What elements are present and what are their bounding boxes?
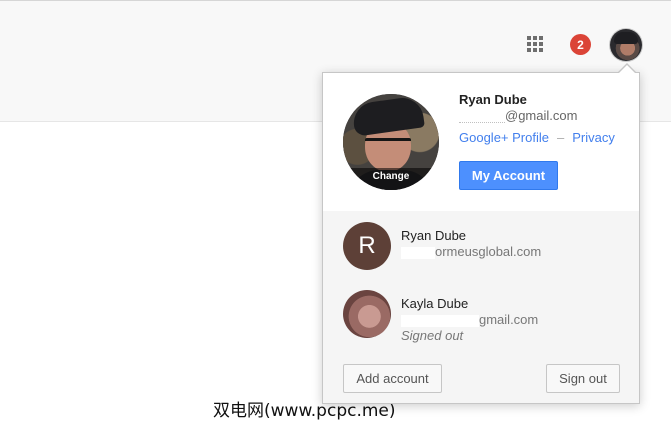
profile-links: Google+ Profile – Privacy — [459, 130, 615, 145]
add-account-button[interactable]: Add account — [343, 364, 442, 393]
profile-photo[interactable]: Change — [343, 94, 439, 190]
account-email: gmail.com — [401, 312, 538, 327]
account-popup: Change Ryan Dube @gmail.com Google+ Prof… — [322, 72, 640, 404]
account-photo-avatar — [343, 290, 391, 338]
my-account-button[interactable]: My Account — [459, 161, 558, 190]
primary-account-panel: Change Ryan Dube @gmail.com Google+ Prof… — [323, 73, 639, 212]
signed-out-status: Signed out — [401, 328, 464, 343]
account-popup-footer: Add account Sign out — [323, 354, 639, 403]
avatar-cap-shape — [614, 32, 638, 44]
primary-account-name: Ryan Dube — [459, 92, 527, 107]
redacted-text — [401, 246, 435, 259]
notification-badge[interactable]: 2 — [570, 34, 591, 55]
change-photo-label[interactable]: Change — [343, 168, 439, 190]
account-name: Ryan Dube — [401, 228, 467, 243]
redacted-text — [459, 110, 505, 124]
popup-pointer — [619, 65, 635, 73]
account-name: Kayla Dube — [401, 296, 469, 311]
page: 2 Change Ryan Dube @gmail.com Google+ Pr… — [0, 0, 671, 433]
letter-avatar: R — [343, 222, 391, 270]
account-avatar-button[interactable] — [610, 29, 642, 61]
account-email: ormeusglobal.com — [401, 244, 541, 259]
primary-account-email: @gmail.com — [459, 108, 577, 124]
account-list-item[interactable]: R Ryan Dube ormeusglobal.com — [323, 211, 639, 281]
sign-out-button[interactable]: Sign out — [546, 364, 620, 393]
redacted-text — [401, 314, 479, 327]
account-list-item[interactable]: Kayla Dube gmail.com Signed out — [323, 280, 639, 355]
google-plus-profile-link[interactable]: Google+ Profile — [459, 130, 549, 145]
privacy-link[interactable]: Privacy — [572, 130, 615, 145]
link-separator: – — [556, 130, 565, 145]
apps-grid-icon[interactable] — [527, 36, 545, 54]
